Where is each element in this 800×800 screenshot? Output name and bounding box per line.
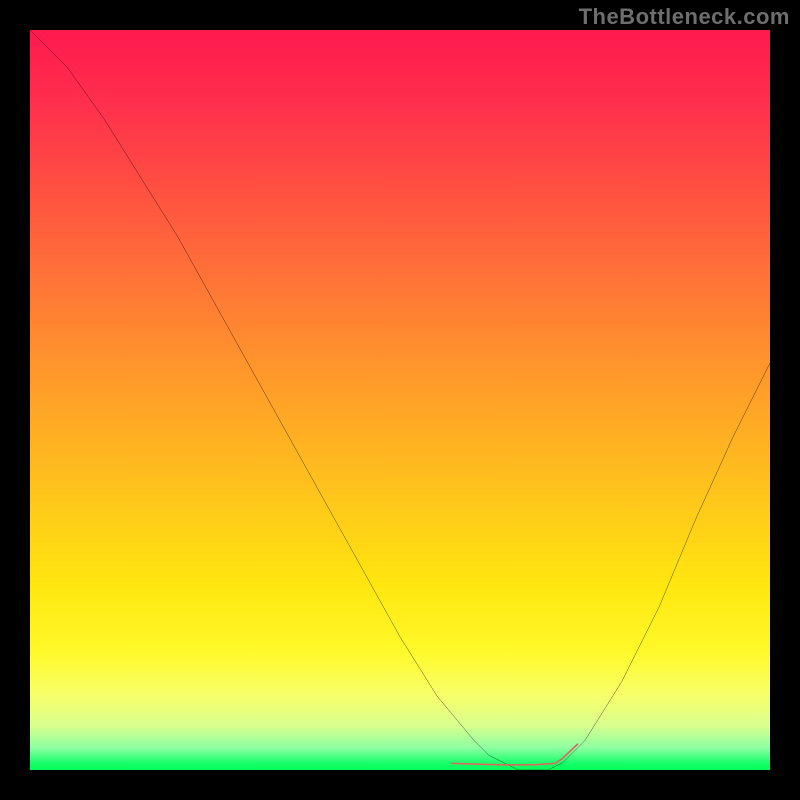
bottleneck-curve-line: [30, 30, 770, 770]
chart-frame: TheBottleneck.com: [0, 0, 800, 800]
optimal-range-marker-line: [452, 744, 578, 765]
watermark-text: TheBottleneck.com: [579, 4, 790, 30]
plot-area: [30, 30, 770, 770]
chart-svg: [30, 30, 770, 770]
